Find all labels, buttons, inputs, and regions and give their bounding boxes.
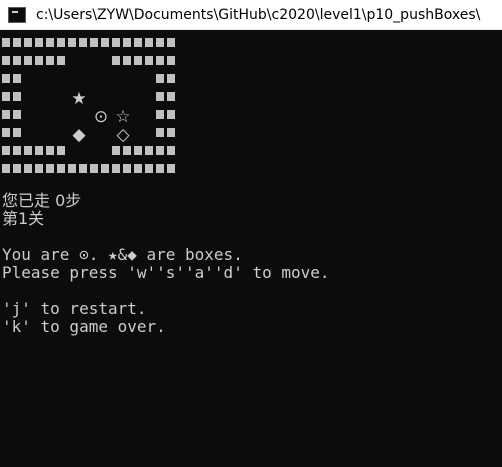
wall-block <box>156 110 178 119</box>
wall-block <box>2 74 24 83</box>
level-text: 第1关 <box>2 209 45 228</box>
wall-block <box>134 146 156 155</box>
wall-block <box>134 38 156 47</box>
box-star-icon: ★ <box>71 89 87 109</box>
wall-block <box>90 164 112 173</box>
target-star-icon: ☆ <box>115 107 131 127</box>
wall-block <box>46 164 68 173</box>
wall-block <box>156 164 178 173</box>
wall-block <box>68 38 90 47</box>
steps-text: 您已走 0步 <box>2 191 82 210</box>
wall-block <box>46 38 68 47</box>
wall-block <box>156 146 178 155</box>
wall-block <box>2 110 24 119</box>
wall-block <box>24 38 46 47</box>
console-output: ★ ⊙ ☆ ◆ ◇ 您已走 0步 第1关 You are ⊙. ★&◆ are boxe… <box>0 30 502 467</box>
help-line-4: 'k' to game over. <box>2 317 166 336</box>
wall-block <box>2 56 24 65</box>
wall-block <box>156 38 178 47</box>
target-diamond-icon: ◇ <box>116 125 130 145</box>
wall-block <box>156 74 178 83</box>
map-row <box>2 54 178 72</box>
wall-block <box>134 164 156 173</box>
wall-block <box>2 146 24 155</box>
window-title: c:\Users\ZYW\Documents\GitHub\c2020\leve… <box>36 6 481 23</box>
wall-block <box>112 164 134 173</box>
wall-block <box>24 164 46 173</box>
wall-block <box>2 164 24 173</box>
wall-block <box>156 92 178 101</box>
map-row: ⊙ ☆ <box>2 108 178 126</box>
wall-block <box>68 164 90 173</box>
wall-block <box>2 128 24 137</box>
wall-block <box>134 56 156 65</box>
map-row <box>2 72 178 90</box>
wall-block <box>24 56 46 65</box>
help-line-3: 'j' to restart. <box>2 299 147 318</box>
wall-block <box>112 38 134 47</box>
wall-block <box>24 146 46 155</box>
wall-block <box>112 146 134 155</box>
wall-block <box>156 56 178 65</box>
map-row: ◆ ◇ <box>2 126 178 144</box>
map-row <box>2 144 178 162</box>
wall-block <box>156 128 178 137</box>
wall-block <box>2 38 24 47</box>
wall-block <box>46 146 68 155</box>
window-titlebar: c:\Users\ZYW\Documents\GitHub\c2020\leve… <box>0 0 502 30</box>
box-diamond-icon: ◆ <box>72 125 86 145</box>
wall-block <box>2 92 24 101</box>
wall-block <box>112 56 134 65</box>
map-row <box>2 36 178 54</box>
console-icon <box>8 6 26 23</box>
player-icon: ⊙ <box>93 107 109 127</box>
wall-block <box>90 38 112 47</box>
help-line-1: You are ⊙. ★&◆ are boxes. <box>2 245 243 264</box>
map-row <box>2 162 178 180</box>
help-line-2: Please press 'w''s''a''d' to move. <box>2 263 330 282</box>
wall-block <box>46 56 68 65</box>
map-row: ★ <box>2 90 178 108</box>
